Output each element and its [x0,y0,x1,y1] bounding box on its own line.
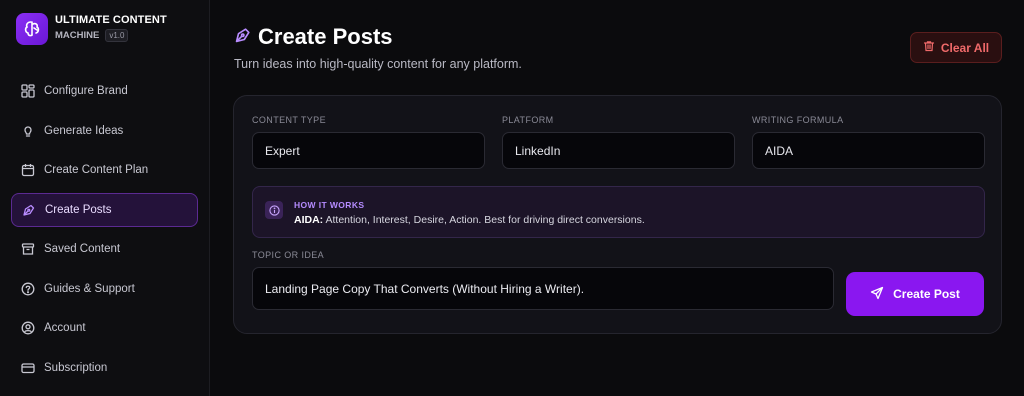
brand[interactable]: ULTIMATE CONTENT MACHINE v1.0 [16,13,167,45]
sidebar-item-guides-support[interactable]: Guides & Support [11,272,198,306]
info-text: AIDA: Attention, Interest, Desire, Actio… [294,214,645,226]
topic-value: Landing Page Copy That Converts (Without… [265,281,585,296]
create-post-form: CONTENT TYPE Expert PLATFORM LinkedIn WR… [233,95,1002,334]
sidebar-item-account[interactable]: Account [11,311,198,345]
page-subtitle: Turn ideas into high-quality content for… [234,57,522,71]
lightbulb-icon [21,124,35,138]
info-term: AIDA: [294,214,324,226]
content-type-label: CONTENT TYPE [252,115,326,125]
sidebar-item-configure-brand[interactable]: Configure Brand [11,74,198,108]
page-header: Create Posts [234,24,393,50]
sidebar-item-label: Saved Content [44,243,121,255]
topic-input[interactable]: Landing Page Copy That Converts (Without… [252,267,834,310]
how-it-works-panel: HOW IT WORKS AIDA: Attention, Interest, … [252,186,985,238]
writing-formula-value: AIDA [765,143,794,158]
pen-icon [234,26,252,49]
info-description: Attention, Interest, Desire, Action. Bes… [323,214,645,226]
page-title: Create Posts [258,24,393,49]
create-post-label: Create Post [893,287,960,301]
sidebar-item-label: Configure Brand [44,85,128,97]
sidebar-item-label: Subscription [44,361,108,374]
content-type-value: Expert [265,143,300,158]
platform-select[interactable]: LinkedIn [502,132,735,169]
credit-card-icon [21,361,35,375]
sidebar-nav: Configure Brand Generate Ideas Create Co… [11,74,198,390]
platform-label: PLATFORM [502,115,554,125]
brand-title: ULTIMATE CONTENT [55,14,167,26]
archive-icon [21,242,35,256]
version-badge: v1.0 [105,29,129,42]
sidebar-item-create-content-plan[interactable]: Create Content Plan [11,153,198,187]
writing-formula-select[interactable]: AIDA [752,132,985,169]
sidebar-item-generate-ideas[interactable]: Generate Ideas [11,114,198,148]
content-type-select[interactable]: Expert [252,132,485,169]
sidebar-item-label: Generate Ideas [44,124,124,137]
user-circle-icon [21,321,35,335]
brand-subtitle: MACHINE [55,30,100,41]
info-icon [265,201,283,219]
sidebar-item-create-posts[interactable]: Create Posts [11,192,198,227]
sidebar-item-label: Guides & Support [44,282,135,295]
brain-icon [16,13,48,45]
calendar-icon [21,163,35,177]
clear-all-label: Clear All [940,40,990,55]
help-circle-icon [21,282,35,296]
platform-value: LinkedIn [515,143,561,158]
pen-icon [22,203,36,217]
sidebar-item-saved-content[interactable]: Saved Content [11,232,198,266]
clear-all-button[interactable]: Clear All [910,32,1002,63]
send-icon [870,286,884,303]
trash-icon [923,40,935,55]
sidebar-item-label: Create Posts [45,203,112,216]
sidebar-item-label: Create Content Plan [44,164,149,176]
topic-label: TOPIC OR IDEA [252,250,325,260]
writing-formula-label: WRITING FORMULA [752,115,844,125]
grid-icon [21,84,35,98]
sidebar-item-subscription[interactable]: Subscription [11,351,198,385]
sidebar-item-label: Account [44,322,86,334]
info-title: HOW IT WORKS [294,200,365,210]
sidebar: ULTIMATE CONTENT MACHINE v1.0 Configure … [0,0,210,396]
create-post-button[interactable]: Create Post [846,272,984,316]
